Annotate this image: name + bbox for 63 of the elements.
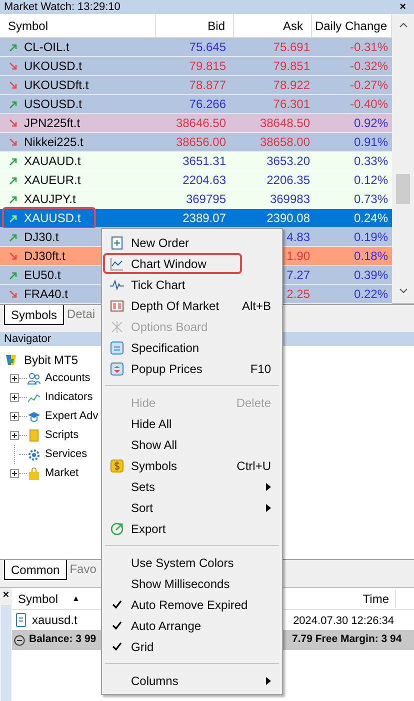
daily-change: -0.27% bbox=[350, 78, 388, 92]
symbol-text: XAUAUD.t bbox=[24, 153, 81, 170]
symbol-text: UKOUSDft.t bbox=[24, 77, 89, 94]
balance-text: Balance: 3 99 bbox=[29, 632, 96, 648]
symbol-text: Nikkei225.t bbox=[24, 134, 84, 151]
daily-change: -0.32% bbox=[350, 59, 388, 73]
daily-change: 0.24% bbox=[354, 211, 388, 225]
daily-change: 0.19% bbox=[354, 230, 388, 244]
time-text: 2024.07.30 12:26:34 bbox=[293, 614, 394, 627]
ask-price: 78.922 bbox=[273, 78, 310, 92]
daily-change: -0.40% bbox=[350, 97, 388, 111]
ask-price: 2390.08 bbox=[266, 211, 310, 225]
bid-price: 38656.00 bbox=[176, 135, 226, 149]
symbol-text: XAUJPY.t bbox=[24, 191, 76, 208]
bid-price: 369795 bbox=[186, 192, 226, 206]
symbol-text: XAUUSD.t bbox=[24, 210, 81, 227]
bid-price: 2389.07 bbox=[182, 211, 226, 225]
bid-price: 76.266 bbox=[189, 97, 226, 111]
ask-price: 369983 bbox=[270, 192, 310, 206]
daily-change: 0.73% bbox=[354, 192, 388, 206]
symbol-text: JPN225ft.t bbox=[24, 115, 80, 132]
symbol-text: XAUEUR.t bbox=[24, 172, 81, 189]
symbol-text: DJ30ft.t bbox=[24, 248, 66, 265]
symbol-text: USOUSD.t bbox=[24, 96, 82, 113]
ask-price: 1.90 bbox=[286, 249, 310, 263]
ask-price: 79.851 bbox=[273, 59, 310, 73]
daily-change: 0.91% bbox=[354, 135, 388, 149]
shortcut-text: Ctrl+U bbox=[236, 458, 271, 474]
sort-icon: ▲ bbox=[72, 592, 80, 604]
ask-price: 75.691 bbox=[273, 40, 310, 54]
daily-change: 0.22% bbox=[354, 287, 388, 301]
ask-price: 3653.20 bbox=[266, 154, 310, 168]
bid-price: 78.877 bbox=[189, 78, 226, 92]
symbol-text: EU50.t bbox=[24, 267, 61, 284]
daily-change: 0.92% bbox=[354, 116, 388, 130]
bid-price: 3651.31 bbox=[182, 154, 226, 168]
symbol-text: DJ30.t bbox=[24, 229, 59, 246]
ask-price: 4.83 bbox=[286, 230, 310, 244]
symbol-text: FRA40.t bbox=[24, 286, 68, 303]
daily-change: 0.33% bbox=[354, 154, 388, 168]
daily-change: -0.31% bbox=[350, 40, 388, 54]
balance-text: 7.79 Free Margin: 3 94 bbox=[292, 632, 402, 648]
ask-price: 2.25 bbox=[286, 287, 310, 301]
shortcut-text: Alt+B bbox=[242, 298, 271, 314]
daily-change: 0.39% bbox=[354, 268, 388, 282]
ask-price: 38648.50 bbox=[260, 116, 310, 130]
panel-title: Market Watch: 13:29:10 bbox=[4, 2, 120, 12]
ask-price: 7.27 bbox=[286, 268, 310, 282]
bid-price: 75.645 bbox=[189, 40, 226, 54]
shortcut-text: F10 bbox=[250, 360, 271, 378]
symbol-text: CL-OIL.t bbox=[24, 39, 70, 56]
ask-price: 2206.35 bbox=[266, 173, 310, 187]
shortcut-text: Delete bbox=[236, 394, 271, 412]
daily-change: 0.12% bbox=[354, 173, 388, 187]
symbol-text: xauusd.t bbox=[32, 612, 78, 629]
bid-price: 2204.63 bbox=[182, 173, 226, 187]
daily-change: 0.18% bbox=[354, 249, 388, 263]
symbol-text: UKOUSD.t bbox=[24, 58, 82, 75]
bid-price: 79.815 bbox=[189, 59, 226, 73]
ask-price: 38658.00 bbox=[260, 135, 310, 149]
bid-price: 38646.50 bbox=[176, 116, 226, 130]
ask-price: 76.301 bbox=[273, 97, 310, 111]
panel-title: Navigator bbox=[4, 334, 52, 344]
